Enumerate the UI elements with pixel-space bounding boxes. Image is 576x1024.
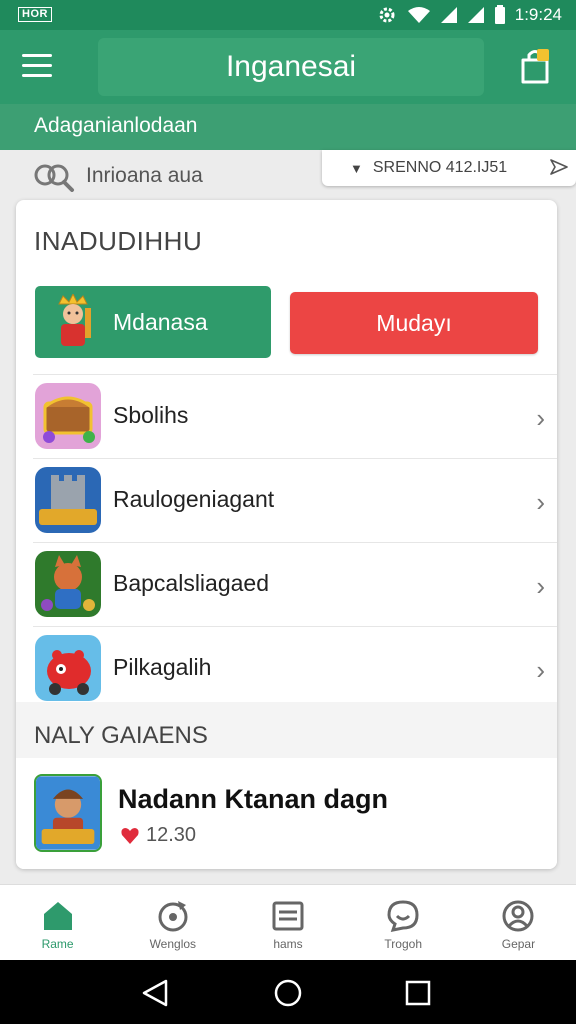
nav-label: Wenglos [149, 937, 197, 951]
fox-character-game-icon [35, 551, 101, 617]
chat-icon [387, 900, 419, 932]
nav-item-refresh[interactable]: Wenglos [115, 885, 230, 960]
nav-item-profile[interactable]: Gepar [461, 885, 576, 960]
profile-icon [502, 900, 534, 932]
nav-label: Trogoh [384, 937, 422, 951]
menu-icon-line [22, 54, 52, 57]
list-item[interactable]: Sbolihs › [33, 374, 557, 458]
filter-dropdown[interactable]: ▼ SRENNO 412.IJ51 [322, 150, 576, 186]
signal-icon-2 [467, 7, 484, 23]
app-bar: Inganesai [0, 30, 576, 104]
green-action-button[interactable]: Mdanasa [35, 286, 271, 358]
list-item-label: Raulogeniagant [113, 486, 275, 512]
send-icon[interactable] [550, 158, 568, 176]
subheader: Adaganianlodaan [0, 104, 576, 150]
recents-icon[interactable] [403, 978, 433, 1008]
back-icon[interactable] [140, 978, 170, 1008]
shopping-bag-icon[interactable] [518, 46, 552, 86]
settings-gear-icon [379, 7, 395, 23]
games-list: Sbolihs › Raulogeniagant › Bapcalsliagae… [16, 374, 557, 710]
list-item[interactable]: Pilkagalih › [33, 626, 557, 710]
chevron-right-icon: › [536, 403, 545, 433]
battery-icon [494, 5, 505, 24]
search-row: Inrioana aua ▼ SRENNO 412.IJ51 [0, 150, 576, 200]
refresh-icon [158, 901, 188, 932]
menu-icon-line [22, 74, 52, 77]
new-games-section: NALY GAIAENS Nadann Ktanan dagn 12.30 [16, 702, 557, 869]
status-tag: HOR [18, 7, 52, 22]
chevron-right-icon: › [536, 487, 545, 517]
home-circle-icon[interactable] [273, 978, 303, 1008]
new-game-item[interactable]: Nadann Ktanan dagn 12.30 [16, 758, 557, 869]
filter-label: SRENNO 412.IJ51 [372, 159, 508, 176]
treasure-chest-game-icon [35, 383, 101, 449]
castle-game-icon [35, 467, 101, 533]
list-icon [272, 901, 304, 931]
nav-label: Gepar [501, 937, 536, 951]
signal-icon [440, 7, 457, 23]
nav-item-home[interactable]: Rame [0, 885, 115, 960]
status-icons: 1:9:24 [376, 5, 562, 25]
app-title: Inganesai [98, 38, 484, 96]
wifi-icon [407, 7, 430, 23]
new-games-title: NALY GAIAENS [34, 722, 208, 749]
system-nav-bar [0, 960, 576, 1024]
chevron-right-icon: › [536, 655, 545, 685]
chevron-right-icon: › [536, 571, 545, 601]
status-time: 1:9:24 [514, 5, 562, 24]
king-character-icon [58, 294, 91, 346]
nav-label: hams [273, 937, 303, 951]
nav-item-chat[interactable]: Trogoh [346, 885, 461, 960]
menu-button[interactable] [22, 54, 52, 78]
nav-item-list[interactable]: hams [230, 885, 345, 960]
list-item-label: Bapcalsliagaed [113, 570, 270, 596]
home-icon [43, 902, 72, 930]
chevron-down-icon: ▼ [350, 160, 363, 176]
bottom-nav: Rame Wenglos hams Trogoh Gepar [0, 884, 576, 960]
search-icon[interactable] [34, 162, 76, 192]
list-item-label: Pilkagalih [113, 654, 212, 680]
red-action-button[interactable]: Mudayı [290, 292, 538, 354]
menu-icon-line [22, 64, 52, 67]
nav-label: Rame [41, 937, 74, 951]
search-input[interactable]: Inrioana aua [86, 164, 203, 188]
hero-character-game-icon [34, 774, 102, 852]
heart-icon [121, 827, 139, 844]
status-bar: HOR 1:9:24 [0, 0, 576, 30]
section-title: INADUDIHHU [34, 226, 203, 256]
list-item[interactable]: Bapcalsliagaed › [33, 542, 557, 626]
rating-value: 12.30 [146, 824, 197, 846]
green-action-label: Mdanasa [113, 308, 208, 335]
red-car-game-icon [35, 635, 101, 701]
games-card: INADUDIHHU Mdanasa Mudayı Sbolihs › Raul… [16, 200, 557, 869]
new-game-rating: 12.30 [120, 824, 196, 847]
list-item-label: Sbolihs [113, 402, 189, 428]
list-item[interactable]: Raulogeniagant › [33, 458, 557, 542]
new-game-name: Nadann Ktanan dagn [118, 784, 389, 814]
red-action-label: Mudayı [376, 309, 452, 336]
